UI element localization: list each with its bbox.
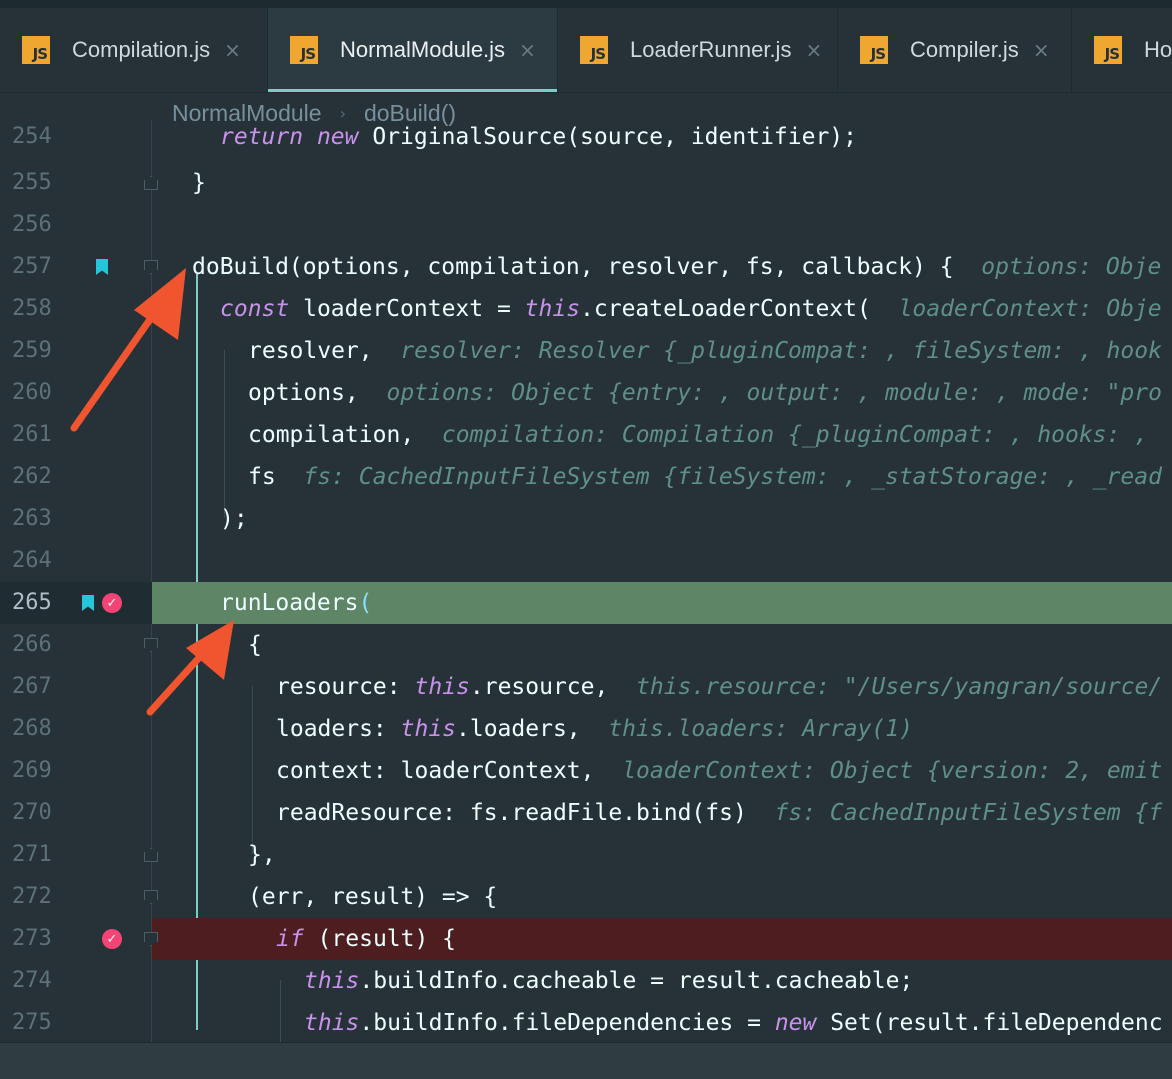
annotation-arrow-runloaders bbox=[146, 620, 234, 716]
annotation-arrow-dobuild bbox=[70, 268, 186, 432]
annotation-arrows bbox=[70, 268, 234, 716]
